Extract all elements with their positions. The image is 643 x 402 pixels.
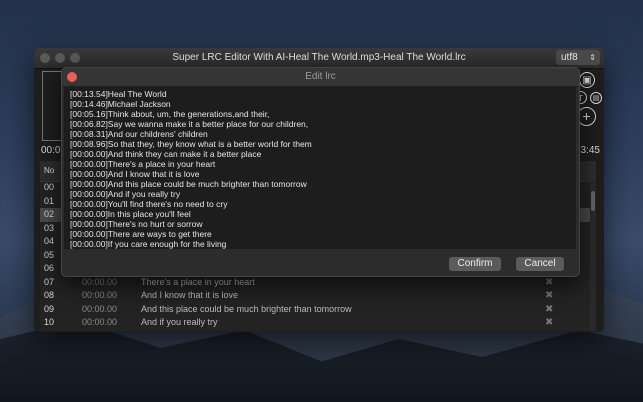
total-time: 3:45 <box>580 145 600 156</box>
row-number: 07 <box>44 276 55 287</box>
row-time: 00:00.00 <box>82 276 118 287</box>
row-lyric: And I know that it is love <box>141 290 239 300</box>
lrc-line: [00:00.00]In this place you'll feel <box>70 209 191 219</box>
lrc-textarea[interactable]: [00:13.54]Heal The World [00:14.46]Michae… <box>64 87 576 249</box>
row-lyric: And if you really try <box>141 317 218 327</box>
row-number: 02 <box>44 209 55 219</box>
lrc-line: [00:08.96]So that they, they know what i… <box>70 139 312 149</box>
lrc-line: [00:00.00]And this place could be much b… <box>70 179 307 189</box>
row-number: 08 <box>44 290 55 300</box>
chevron-updown-icon: ⇕ <box>589 53 596 62</box>
column-header-no: No <box>44 166 55 175</box>
row-number: 05 <box>44 249 55 260</box>
row-number: 09 <box>44 303 55 314</box>
lrc-line: [00:00.00]There's a place in your heart <box>70 159 216 169</box>
lrc-line: [00:00.00]If you care enough for the liv… <box>70 239 227 249</box>
cancel-button[interactable]: Cancel <box>516 257 564 271</box>
table-row[interactable]: 07 00:00.00 There's a place in your heart ✖ <box>40 276 596 290</box>
row-number: 03 <box>44 222 55 233</box>
lrc-line: [00:06.82]Say we wanna make it a better … <box>70 119 309 129</box>
save-icon[interactable]: ▣ <box>579 72 595 88</box>
lrc-line: [00:00.00]And I know that it is love <box>70 169 200 179</box>
row-time: 00:00.00 <box>82 303 118 314</box>
dialog-title: Edit lrc <box>305 71 336 82</box>
dialog-title-bar: Edit lrc <box>62 68 579 87</box>
delete-icon[interactable]: ✖ <box>545 303 553 317</box>
window-title: Super LRC Editor With AI-Heal The World.… <box>172 52 466 63</box>
lrc-line: [00:05.16]Think about, um, the generatio… <box>70 109 270 119</box>
table-row[interactable]: 10 00:00.00 And if you really try ✖ <box>40 316 596 330</box>
row-time: 00:00.00 <box>82 290 118 300</box>
row-number: 06 <box>44 263 55 273</box>
delete-icon[interactable]: ✖ <box>545 289 553 303</box>
confirm-button[interactable]: Confirm <box>449 257 501 271</box>
encoding-value: utf8 <box>561 52 578 63</box>
title-bar: Super LRC Editor With AI-Heal The World.… <box>34 48 604 69</box>
row-number: 00 <box>44 182 55 192</box>
lrc-line: [00:00.00]There's no hurt or sorrow <box>70 219 203 229</box>
translate-icon[interactable]: ▤ <box>590 92 602 104</box>
row-time: 00:00.00 <box>82 317 118 327</box>
encoding-select[interactable]: utf8 ⇕ <box>556 50 600 65</box>
delete-icon[interactable]: ✖ <box>545 316 553 330</box>
delete-icon[interactable]: ✖ <box>545 276 553 290</box>
row-number: 01 <box>44 195 55 206</box>
lrc-line: [00:00.00]And if you really try <box>70 189 181 199</box>
lrc-line: [00:13.54]Heal The World <box>70 89 167 99</box>
lrc-line: [00:00.00]There are ways to get there <box>70 229 212 239</box>
edit-lrc-dialog: Edit lrc [00:13.54]Heal The World [00:14.… <box>61 67 580 277</box>
table-row[interactable]: 08 00:00.00 And I know that it is love ✖ <box>40 289 596 303</box>
row-number: 04 <box>44 236 55 246</box>
lrc-line: [00:00.00]And think they can make it a b… <box>70 149 262 159</box>
current-time: 00:0 <box>41 145 61 156</box>
row-lyric: There's a place in your heart <box>141 276 255 287</box>
lrc-line: [00:00.00]You'll find there's no need to… <box>70 199 228 209</box>
table-row[interactable]: 09 00:00.00 And this place could be much b… <box>40 303 596 317</box>
row-number: 10 <box>44 317 55 327</box>
lrc-line: [00:08.31]And our childrens' children <box>70 129 208 139</box>
row-lyric: And this place could be much brighter th… <box>141 303 352 314</box>
scrollbar-thumb[interactable] <box>591 191 595 211</box>
lrc-line: [00:14.46]Michael Jackson <box>70 99 171 109</box>
